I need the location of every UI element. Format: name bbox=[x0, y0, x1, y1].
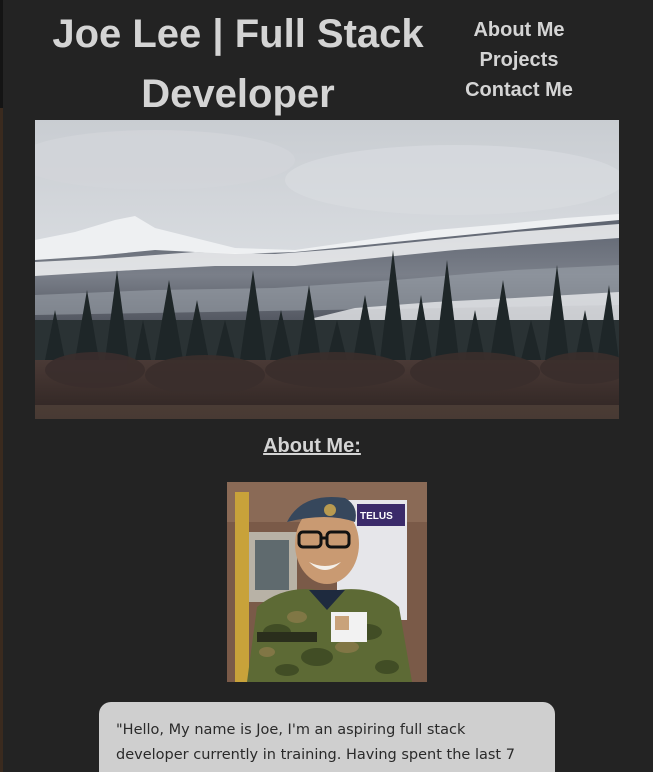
window-edge-top bbox=[0, 0, 3, 108]
bio-text: "Hello, My name is Joe, I'm an aspiring … bbox=[116, 722, 515, 763]
profile-photo: TELUS bbox=[227, 482, 427, 682]
sign-text: TELUS bbox=[360, 511, 393, 522]
main-nav: About Me Projects Contact Me bbox=[448, 15, 590, 105]
nav-link-projects[interactable]: Projects bbox=[448, 45, 590, 75]
hero-image bbox=[35, 120, 619, 419]
nav-link-contact-me[interactable]: Contact Me bbox=[448, 75, 590, 105]
site-title: Joe Lee | Full Stack Developer bbox=[52, 12, 424, 116]
about-me-heading: About Me: bbox=[263, 435, 361, 457]
nav-link-about-me[interactable]: About Me bbox=[448, 15, 590, 45]
bio-card: "Hello, My name is Joe, I'm an aspiring … bbox=[99, 702, 555, 772]
